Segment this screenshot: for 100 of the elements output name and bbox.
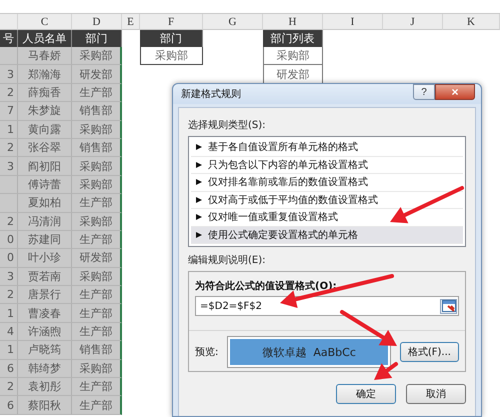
rule-type-item[interactable]: 仅对高于或低于平均值的数值设置格式 xyxy=(191,192,463,209)
header-cell: 部门列表 xyxy=(263,30,323,47)
table-cell: 2 xyxy=(0,378,18,396)
table-cell: 叶小珍 xyxy=(18,249,72,268)
table-cell: 研发部 xyxy=(72,249,122,268)
table-cell: 采购部 xyxy=(72,157,122,176)
column-header[interactable]: F xyxy=(140,14,203,30)
table-cell: 采购部 xyxy=(263,47,323,66)
rule-type-label: 只为包含以下内容的单元格设置格式 xyxy=(208,158,368,172)
table-cell: 薛痴香 xyxy=(18,84,72,102)
header-cell: 部门 xyxy=(72,30,122,47)
table-cell: 销售部 xyxy=(72,341,122,360)
table-cell: 2 xyxy=(0,138,18,158)
triangle-icon xyxy=(196,196,202,203)
table-cell: 6 xyxy=(0,396,18,415)
preview-text: 微软卓越 AaBbCc xyxy=(262,344,356,360)
column-header[interactable]: H xyxy=(263,14,323,30)
column-header[interactable]: J xyxy=(383,14,443,30)
table-cell: 1 xyxy=(0,304,18,323)
rule-type-label: 使用公式确定要设置格式的单元格 xyxy=(208,228,358,242)
rule-type-label: 基于各自值设置所有单元格的格式 xyxy=(208,140,358,154)
table-cell: 袁初彤 xyxy=(18,378,72,396)
table-cell: 采购部 xyxy=(72,120,122,139)
table-cell: 苏建同 xyxy=(18,230,72,250)
column-header[interactable]: D xyxy=(72,14,122,30)
table-cell: 采购部 xyxy=(72,47,122,66)
header-cell: 部门 xyxy=(140,30,203,47)
triangle-icon xyxy=(196,162,202,168)
rule-type-item[interactable]: 使用公式确定要设置格式的单元格 xyxy=(191,226,463,244)
table-cell: 朱梦旋 xyxy=(18,102,72,121)
table-cell: 3 xyxy=(0,268,18,286)
ok-button[interactable]: 确定 xyxy=(336,384,396,404)
table-cell xyxy=(0,194,18,213)
help-button[interactable]: ? xyxy=(413,84,435,100)
table-cell: 韩绮梦 xyxy=(18,360,72,378)
table-cell: 黄向露 xyxy=(18,120,72,139)
table-cell: 4 xyxy=(0,322,18,342)
formula-text: =$D2=$F$2 xyxy=(200,300,262,312)
table-cell: 采购部 xyxy=(72,268,122,286)
table-cell: 郑瀚海 xyxy=(18,65,72,84)
cancel-button[interactable]: 取消 xyxy=(406,384,466,404)
table-cell: 生产部 xyxy=(72,84,122,102)
table-cell: 采购部 xyxy=(140,47,203,66)
triangle-icon xyxy=(196,214,202,220)
triangle-icon xyxy=(196,232,202,238)
table-cell: 阎初阳 xyxy=(18,157,72,176)
formula-field[interactable]: =$D2=$F$2 xyxy=(195,296,459,316)
table-cell: 1 xyxy=(0,341,18,360)
table-cell: 曹凌春 xyxy=(18,304,72,323)
table-cell: 生产部 xyxy=(72,304,122,323)
table-cell: 生产部 xyxy=(72,194,122,213)
dialog-title: 新建格式规则 xyxy=(181,88,241,101)
table-cell: 蔡阳秋 xyxy=(18,396,72,415)
table-cell: 贾若南 xyxy=(18,268,72,286)
table-cell: 生产部 xyxy=(72,322,122,342)
table-cell: 2 xyxy=(0,84,18,102)
table-cell: 张谷翠 xyxy=(18,138,72,158)
table-cell: 研发部 xyxy=(72,65,122,84)
preview-label: 预览: xyxy=(195,346,220,359)
table-cell: 3 xyxy=(0,65,18,84)
table-cell: 采购部 xyxy=(72,212,122,231)
table-cell: 销售部 xyxy=(72,102,122,121)
table-cell: 0 xyxy=(0,230,18,250)
table-cell: 2 xyxy=(0,286,18,304)
table-cell: 傅诗蕾 xyxy=(18,176,72,194)
header-cell: 人员名单 xyxy=(18,30,72,47)
rule-type-item[interactable]: 基于各自值设置所有单元格的格式 xyxy=(191,139,463,156)
header-cell: 号 xyxy=(0,30,18,47)
table-cell: 冯清润 xyxy=(18,212,72,231)
table-cell xyxy=(0,47,18,66)
annotation-arrow xyxy=(340,310,397,346)
rule-type-label: 仅对排名靠前或靠后的数值设置格式 xyxy=(208,176,368,190)
table-cell: 生产部 xyxy=(72,378,122,396)
column-header[interactable]: K xyxy=(443,14,500,30)
table-cell: 许涵煦 xyxy=(18,322,72,342)
table-cell xyxy=(0,176,18,194)
column-header[interactable]: G xyxy=(203,14,263,30)
table-cell: 采购部 xyxy=(72,360,122,378)
rule-type-item[interactable]: 只为包含以下内容的单元格设置格式 xyxy=(191,156,463,174)
rule-type-item[interactable]: 仅对排名靠前或靠后的数值设置格式 xyxy=(191,174,463,192)
table-cell: 生产部 xyxy=(72,396,122,415)
table-cell: 2 xyxy=(0,212,18,231)
column-header[interactable]: C xyxy=(18,14,72,30)
table-cell: 生产部 xyxy=(72,230,122,250)
table-cell: 7 xyxy=(0,102,18,121)
column-header[interactable]: I xyxy=(323,14,383,30)
column-header xyxy=(0,14,18,30)
column-header[interactable]: E xyxy=(122,14,140,30)
table-cell: 3 xyxy=(0,157,18,176)
table-cell: 销售部 xyxy=(72,138,122,158)
rule-type-label: 仅对高于或低于平均值的数值设置格式 xyxy=(208,194,378,207)
format-button[interactable]: 格式(F)... xyxy=(400,342,459,362)
table-cell: 1 xyxy=(0,120,18,139)
table-cell: 马春娇 xyxy=(18,47,72,66)
triangle-icon xyxy=(196,179,202,186)
table-cell: 卢晓筠 xyxy=(18,341,72,360)
table-cell: 6 xyxy=(0,360,18,378)
annotation-arrow xyxy=(374,362,398,380)
table-cell: 唐景行 xyxy=(18,286,72,304)
range-select-button[interactable] xyxy=(440,298,457,314)
